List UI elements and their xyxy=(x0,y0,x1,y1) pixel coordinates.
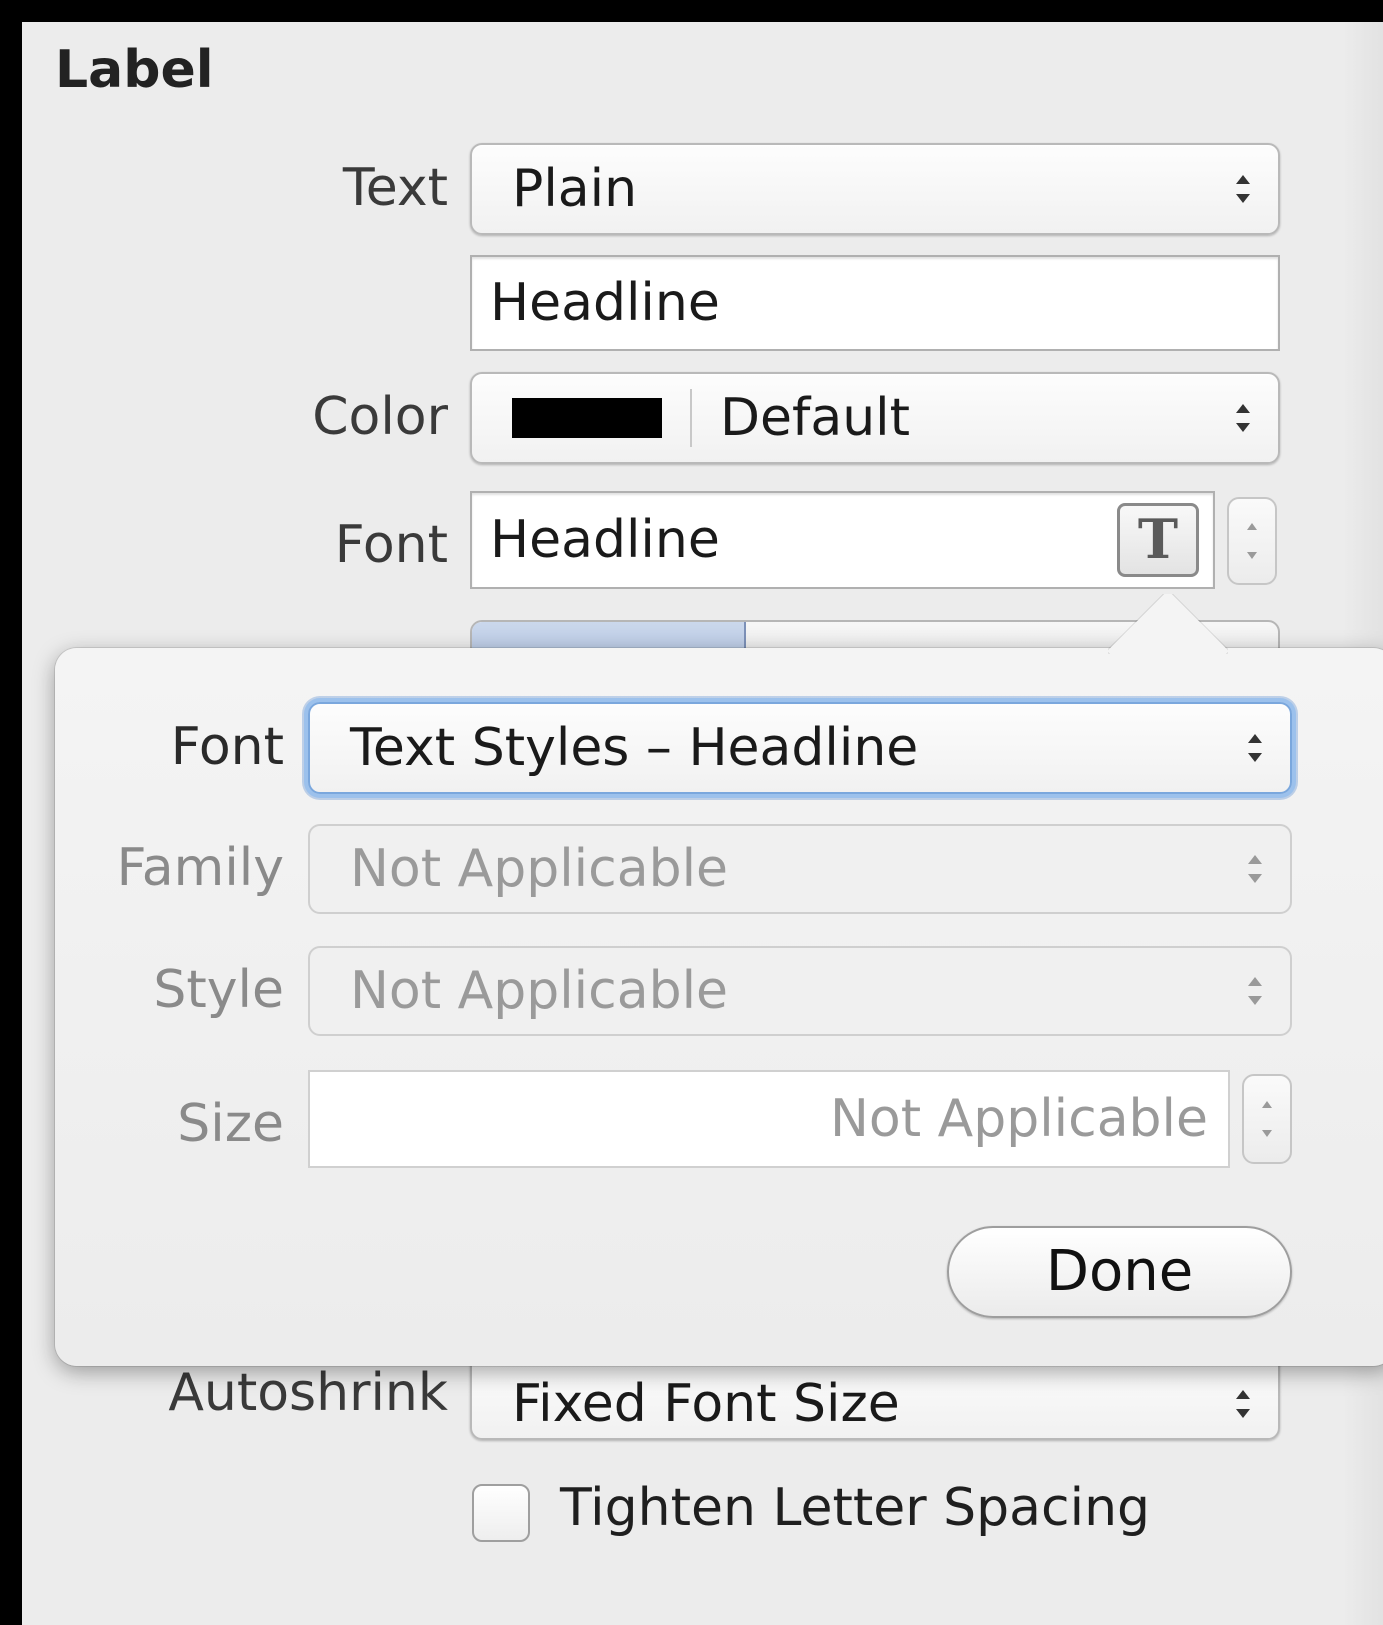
popover-font-popup[interactable]: Text Styles – Headline xyxy=(308,702,1292,794)
popover-size-field[interactable]: Not Applicable xyxy=(308,1070,1230,1168)
up-down-chevron-icon xyxy=(1230,393,1256,443)
text-type-popup[interactable]: Plain xyxy=(470,143,1280,235)
up-down-chevron-icon xyxy=(1230,164,1256,214)
tighten-letter-spacing-label: Tighten Letter Spacing xyxy=(560,1478,1151,1538)
font-label: Font xyxy=(334,515,448,575)
text-type-value: Plain xyxy=(512,159,638,219)
font-size-stepper[interactable] xyxy=(1227,497,1277,585)
autoshrink-label: Autoshrink xyxy=(168,1363,448,1423)
tighten-letter-spacing-checkbox[interactable] xyxy=(472,1484,530,1542)
popover-arrow xyxy=(1108,594,1228,654)
popover-style-value: Not Applicable xyxy=(350,961,729,1021)
up-down-stepper-icon xyxy=(1247,523,1257,559)
color-value: Default xyxy=(720,388,910,448)
color-label: Color xyxy=(312,387,448,447)
popover-size-stepper[interactable] xyxy=(1242,1074,1292,1164)
up-down-chevron-icon xyxy=(1242,966,1268,1016)
section-title: Label xyxy=(55,40,214,100)
popover-family-popup[interactable]: Not Applicable xyxy=(308,824,1292,914)
color-popup[interactable]: Default xyxy=(470,372,1280,464)
up-down-stepper-icon xyxy=(1262,1101,1272,1137)
text-label: Text xyxy=(342,158,448,218)
up-down-chevron-icon xyxy=(1242,723,1268,773)
font-value: Headline xyxy=(490,510,720,570)
divider xyxy=(690,389,692,447)
done-button[interactable]: Done xyxy=(947,1226,1292,1318)
popover-font-value: Text Styles – Headline xyxy=(350,718,919,778)
label-text-value: Headline xyxy=(490,273,720,333)
color-swatch xyxy=(512,398,662,438)
up-down-chevron-icon xyxy=(1230,1379,1256,1429)
autoshrink-value: Fixed Font Size xyxy=(512,1373,900,1434)
popover-size-label: Size xyxy=(177,1094,284,1154)
popover-family-value: Not Applicable xyxy=(350,839,729,899)
popover-style-popup[interactable]: Not Applicable xyxy=(308,946,1292,1036)
popover-style-label: Style xyxy=(153,960,284,1020)
font-field[interactable]: Headline xyxy=(470,491,1215,589)
text-T-icon[interactable]: T xyxy=(1117,503,1199,577)
popover-size-value: Not Applicable xyxy=(829,1089,1208,1149)
up-down-chevron-icon xyxy=(1242,844,1268,894)
label-text-field[interactable]: Headline xyxy=(470,255,1280,351)
popover-font-label: Font xyxy=(170,717,284,777)
popover-family-label: Family xyxy=(116,838,284,898)
